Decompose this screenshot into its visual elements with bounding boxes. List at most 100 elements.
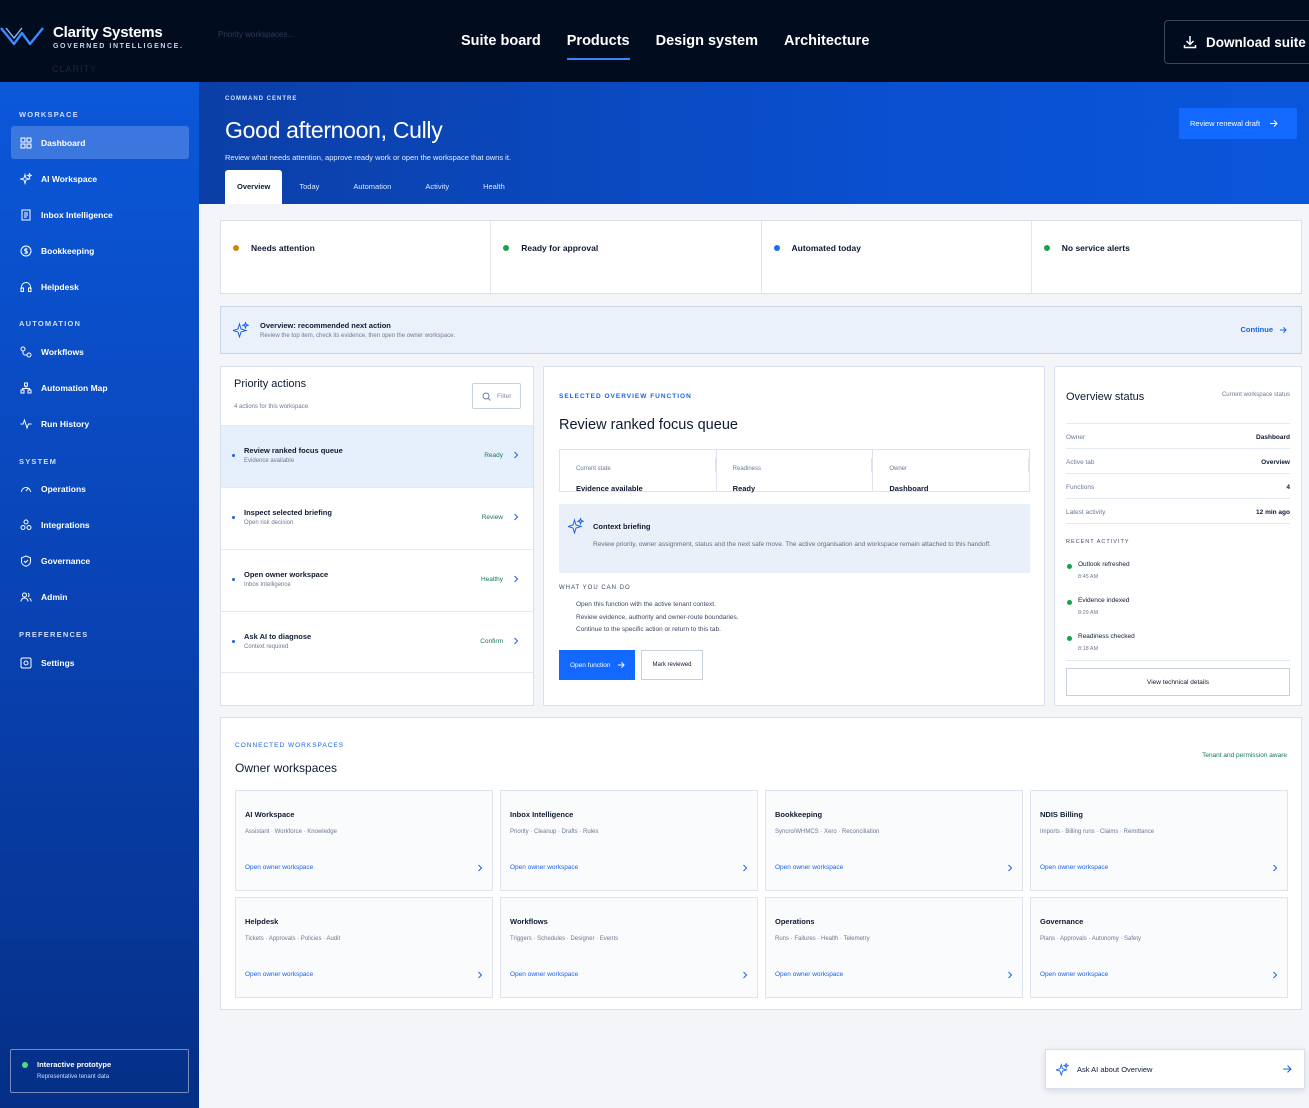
- sidebar-item-integrations[interactable]: Integrations: [11, 508, 189, 541]
- sidebar-item-settings[interactable]: Settings: [11, 646, 189, 679]
- settings-icon: [20, 657, 32, 668]
- open-owner-workspace-link[interactable]: Open owner workspace: [510, 971, 578, 978]
- workspace-card-operations[interactable]: Operations Runs · Failures · Health · Te…: [765, 897, 1023, 998]
- ask-ai-button[interactable]: Ask AI about Overview: [1045, 1049, 1305, 1089]
- view-technical-details-button[interactable]: View technical details: [1066, 668, 1290, 696]
- continue-link[interactable]: Continue: [1241, 325, 1288, 334]
- sidebar-item-label: Workflows: [41, 346, 84, 357]
- priority-item[interactable]: Inspect selected briefing Open risk deci…: [221, 487, 533, 549]
- workspace-card-governance[interactable]: Governance Plans · Approvals · Autonomy …: [1030, 897, 1288, 998]
- chevron-right-icon: [514, 575, 519, 583]
- selected-eyebrow: SELECTED OVERVIEW FUNCTION: [559, 393, 692, 400]
- download-suite-button[interactable]: Download suite: [1164, 20, 1309, 64]
- bullet-dot: [232, 454, 235, 457]
- field-owner: Owner Dashboard: [873, 450, 1030, 493]
- open-owner-workspace-link[interactable]: Open owner workspace: [775, 864, 843, 871]
- row-key: Functions: [1066, 484, 1095, 491]
- page-title: Good afternoon, Cully: [225, 117, 443, 143]
- tab-automation[interactable]: Automation: [336, 170, 408, 204]
- chevron-right-icon: [1273, 864, 1278, 872]
- workspace-card-ai-workspace[interactable]: AI Workspace Assistant · Workforce · Kno…: [235, 790, 493, 891]
- document-icon: [21, 209, 31, 220]
- search-icon: [482, 392, 491, 401]
- status-row-active-tab: Active tab Overview: [1066, 459, 1290, 466]
- workspace-card-helpdesk[interactable]: Helpdesk Tickets · Approvals · Policies …: [235, 897, 493, 998]
- sidebar-item-ai-workspace[interactable]: AI Workspace: [11, 162, 189, 195]
- sidebar-item-admin[interactable]: Admin: [11, 580, 189, 613]
- priority-item[interactable]: Ask AI to diagnose Context required Conf…: [221, 611, 533, 673]
- priority-item[interactable]: Review ranked focus queue Evidence avail…: [221, 425, 533, 487]
- nav-suite-board[interactable]: Suite board: [461, 0, 541, 82]
- sidebar-item-run-history[interactable]: Run History: [11, 407, 189, 440]
- recommendation-subtitle: Review the top item, check its evidence,…: [260, 333, 456, 339]
- sidebar-item-inbox-intelligence[interactable]: Inbox Intelligence: [11, 198, 189, 231]
- status-dot: [22, 1061, 28, 1068]
- nav-products[interactable]: Products: [566, 0, 630, 82]
- sidebar-item-bookkeeping[interactable]: Bookkeeping: [11, 234, 189, 267]
- priority-item-title: Open owner workspace: [244, 570, 329, 579]
- gauge-icon: [21, 486, 31, 492]
- workspace-card-inbox-intelligence[interactable]: Inbox Intelligence Priority · Cleanup · …: [500, 790, 758, 891]
- nav-architecture[interactable]: Architecture: [784, 0, 869, 82]
- priority-count: 4 actions for this workspace: [234, 404, 309, 410]
- row-key: Latest activity: [1066, 509, 1106, 516]
- priority-title: Priority actions: [234, 378, 307, 390]
- sidebar-item-dashboard[interactable]: Dashboard: [11, 126, 189, 159]
- sidebar-item-workflows[interactable]: Workflows: [11, 335, 189, 368]
- status-no-service-alerts[interactable]: No service alerts: [1032, 221, 1301, 293]
- status-dot: [773, 245, 780, 251]
- hero-tabs: Overview Today Automation Activity Healt…: [225, 170, 522, 204]
- open-owner-workspace-link[interactable]: Open owner workspace: [775, 971, 843, 978]
- nav-design-system[interactable]: Design system: [656, 0, 758, 82]
- review-renewal-draft-button[interactable]: Review renewal draft: [1179, 108, 1297, 139]
- field-value: Evidence available: [576, 484, 643, 493]
- recommended-next-action: Overview: recommended next action Review…: [220, 306, 1302, 354]
- divider: [1066, 660, 1290, 661]
- open-owner-workspace-link[interactable]: Open owner workspace: [1040, 971, 1108, 978]
- status-needs-attention[interactable]: Needs attention: [221, 221, 492, 293]
- workspace-card-workflows[interactable]: Workflows Triggers · Schedules · Designe…: [500, 897, 758, 998]
- brand[interactable]: Clarity Systems GOVERNED INTELLIGENCE.: [0, 24, 184, 50]
- mark-reviewed-button[interactable]: Mark reviewed: [641, 650, 703, 680]
- open-function-button[interactable]: Open function: [559, 650, 635, 680]
- users-icon: [20, 592, 32, 602]
- workspace-card-ndis-billing[interactable]: NDIS Billing Imports · Billing runs · Cl…: [1030, 790, 1288, 891]
- status-label: Automated today: [791, 243, 861, 253]
- status-ready-for-approval[interactable]: Ready for approval: [491, 221, 762, 293]
- command-centre-header: COMMAND CENTRE Good afternoon, Cully Rev…: [199, 82, 1309, 204]
- status-label: Needs attention: [251, 243, 315, 253]
- tab-today[interactable]: Today: [282, 170, 336, 204]
- ghost-search: Priority workspaces...: [218, 30, 295, 39]
- open-owner-workspace-link[interactable]: Open owner workspace: [1040, 864, 1108, 871]
- priority-item[interactable]: Open owner workspace Inbox Intelligence …: [221, 549, 533, 611]
- sidebar-item-operations[interactable]: Operations: [11, 472, 189, 505]
- filter-button[interactable]: Filter: [472, 383, 521, 409]
- workspace-card-bookkeeping[interactable]: Bookkeeping Syncro/WHMCS · Xero · Reconc…: [765, 790, 1023, 891]
- row-value: 12 min ago: [1256, 509, 1290, 516]
- tenant-aware-label: Tenant and permission aware: [1202, 752, 1287, 759]
- tab-activity[interactable]: Activity: [408, 170, 466, 204]
- clarity-logo-icon: [0, 27, 44, 46]
- bullet-dot: [232, 516, 235, 519]
- workspace-title: NDIS Billing: [1040, 810, 1083, 819]
- workspace-title: Helpdesk: [245, 917, 279, 926]
- workspace-desc: Tickets · Approvals · Policies · Audit: [245, 936, 341, 942]
- row-value: 4: [1286, 484, 1290, 491]
- status-automated-today[interactable]: Automated today: [762, 221, 1032, 293]
- status-dot: [503, 245, 510, 251]
- sidebar-item-governance[interactable]: Governance: [11, 544, 189, 577]
- tab-overview[interactable]: Overview: [225, 170, 283, 204]
- sidebar-item-automation-map[interactable]: Automation Map: [11, 371, 189, 404]
- open-owner-workspace-link[interactable]: Open owner workspace: [510, 864, 578, 871]
- owner-workspaces-panel: CONNECTED WORKSPACES Owner workspaces Te…: [220, 717, 1302, 1010]
- hero-subtitle: Review what needs attention, approve rea…: [225, 153, 511, 162]
- status-dot: [233, 245, 239, 251]
- field-readiness: Readiness Ready: [717, 450, 874, 493]
- arrow-right-icon: [1283, 1065, 1292, 1073]
- open-owner-workspace-link[interactable]: Open owner workspace: [245, 971, 313, 978]
- open-owner-workspace-link[interactable]: Open owner workspace: [245, 864, 313, 871]
- status-dot: [1067, 600, 1072, 605]
- sidebar-item-helpdesk[interactable]: Helpdesk: [11, 270, 189, 303]
- tab-health[interactable]: Health: [466, 170, 522, 204]
- priority-item-status: Confirm: [480, 638, 503, 645]
